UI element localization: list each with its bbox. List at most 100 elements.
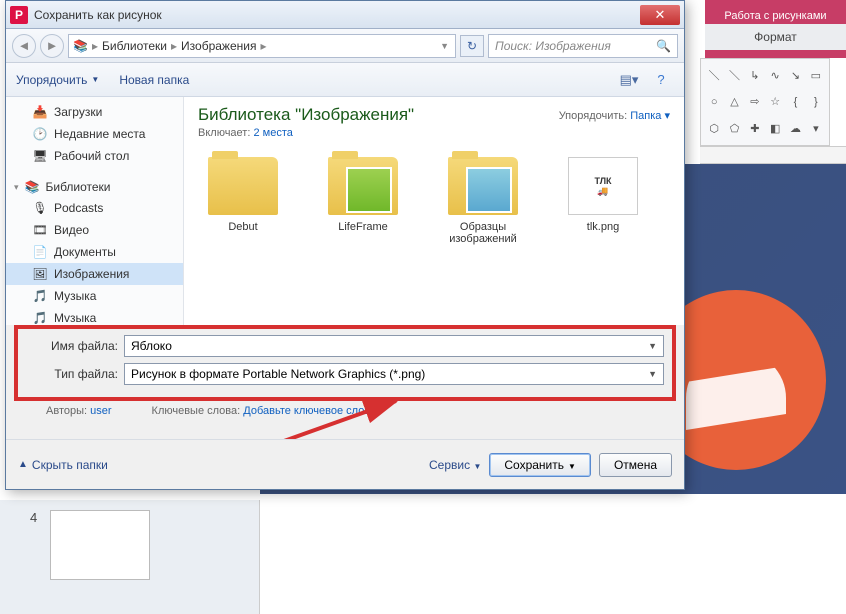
sidebar-label: Podcasts xyxy=(54,201,103,215)
folder-debut[interactable]: Debut xyxy=(198,157,288,245)
sidebar-label: Изображения xyxy=(54,267,129,281)
sidebar-item-images[interactable]: 🖼 Изображения xyxy=(6,263,183,285)
slide-thumbnail-4[interactable] xyxy=(50,510,150,580)
keywords-label: Ключевые слова: xyxy=(152,405,241,417)
filename-input[interactable]: Яблоко ▼ xyxy=(124,335,664,357)
sidebar-item-desktop[interactable]: 🖥 Рабочий стол xyxy=(6,145,183,167)
dialog-title: Сохранить как рисунок xyxy=(34,8,640,22)
shape-hex-icon[interactable]: ⬡ xyxy=(707,122,721,136)
sidebar-item-music[interactable]: 🎵 Музыка xyxy=(6,285,183,307)
close-button[interactable]: ✕ xyxy=(640,5,680,25)
music-icon: 🎵 xyxy=(32,310,48,325)
breadcrumb-path[interactable]: 📚 ▸ Библиотеки ▸ Изображения ▸ ▼ xyxy=(68,34,456,58)
thumb-label: Образцы изображений xyxy=(438,221,528,245)
refresh-button[interactable]: ↻ xyxy=(460,35,484,57)
authors-value[interactable]: user xyxy=(90,405,111,417)
shape-connector-icon[interactable]: ↳ xyxy=(748,68,762,82)
new-folder-button[interactable]: Новая папка xyxy=(119,73,189,87)
sort-by-control[interactable]: Упорядочить: Папка ▾ xyxy=(559,109,670,122)
breadcrumb-images[interactable]: Изображения xyxy=(181,39,256,53)
ribbon-tab-format[interactable]: Формат xyxy=(705,24,846,50)
shape-line-icon[interactable]: ＼ xyxy=(707,68,721,82)
shapes-gallery[interactable]: ＼ ＼ ↳ ∿ ↘ ▭ ○ △ ⇨ ☆ { } ⬡ ⬠ ✚ ◧ ☁ ▾ xyxy=(700,58,830,146)
video-icon: 🎞 xyxy=(32,222,48,238)
breadcrumb-dropdown-icon[interactable]: ▼ xyxy=(440,41,449,51)
shape-plus-icon[interactable]: ✚ xyxy=(748,122,762,136)
highlighted-form-area: Имя файла: Яблоко ▼ Тип файла: Рисунок в… xyxy=(14,325,676,401)
view-mode-button[interactable]: ▤▾ xyxy=(616,69,642,91)
search-input[interactable]: Поиск: Изображения 🔍 xyxy=(488,34,678,58)
sidebar-label: Недавние места xyxy=(54,127,145,141)
folder-content-area[interactable]: Библиотека "Изображения" Включает: 2 мес… xyxy=(184,97,684,325)
hide-folders-button[interactable]: ▲ Скрыть папки xyxy=(18,458,108,472)
add-keyword-link[interactable]: Добавьте ключевое слово xyxy=(243,405,376,417)
search-icon: 🔍 xyxy=(656,39,671,53)
file-tlk-png[interactable]: ТЛК🚚tlk.png xyxy=(558,157,648,245)
horizontal-ruler xyxy=(700,146,846,164)
powerpoint-icon: P xyxy=(10,6,28,24)
shape-callout-icon[interactable]: ◧ xyxy=(768,122,782,136)
folder-samples[interactable]: Образцы изображений xyxy=(438,157,528,245)
breadcrumb-sep-icon: ▸ xyxy=(92,39,98,53)
dialog-titlebar[interactable]: P Сохранить как рисунок ✕ xyxy=(6,1,684,29)
shape-tri-icon[interactable]: △ xyxy=(727,95,741,109)
sortby-label: Упорядочить: xyxy=(559,110,628,122)
shape-star-icon[interactable]: ☆ xyxy=(768,95,782,109)
shape-curve-icon[interactable]: ∿ xyxy=(768,68,782,82)
sidebar-label: Рабочий стол xyxy=(54,149,129,163)
shape-cloud-icon[interactable]: ☁ xyxy=(788,122,802,136)
png-file-icon: ТЛК🚚 xyxy=(568,157,638,215)
folder-lifeframe[interactable]: LifeFrame xyxy=(318,157,408,245)
shape-brace-icon[interactable]: { xyxy=(788,95,802,109)
sortby-value-link[interactable]: Папка ▾ xyxy=(630,110,670,122)
podcast-icon: 🎙 xyxy=(32,200,48,216)
desktop-icon: 🖥 xyxy=(32,148,48,164)
sidebar-group-libraries[interactable]: ▾📚Библиотеки xyxy=(6,177,183,197)
shape-pent-icon[interactable]: ⬠ xyxy=(727,122,741,136)
chevron-down-icon[interactable]: ▼ xyxy=(648,341,657,351)
save-as-picture-dialog: P Сохранить как рисунок ✕ ◄ ► 📚 ▸ Библио… xyxy=(5,0,685,490)
sidebar-item-podcasts[interactable]: 🎙 Podcasts xyxy=(6,197,183,219)
library-subtitle: Включает: 2 места xyxy=(198,127,670,139)
library-locations-link[interactable]: 2 места xyxy=(253,127,292,139)
sidebar-item-video[interactable]: 🎞Видео xyxy=(6,219,183,241)
sidebar-label: Музыка xyxy=(54,289,96,303)
cancel-button[interactable]: Отмена xyxy=(599,453,672,477)
chevron-down-icon[interactable]: ▼ xyxy=(648,369,657,379)
thumb-label: LifeFrame xyxy=(338,221,388,233)
folder-icon xyxy=(448,157,518,215)
shape-arrowr-icon[interactable]: ⇨ xyxy=(748,95,762,109)
sidebar-item-documents[interactable]: 📄Документы xyxy=(6,241,183,263)
authors-label: Авторы: xyxy=(46,405,87,417)
nav-forward-button[interactable]: ► xyxy=(40,34,64,58)
breadcrumb-sep-icon: ▸ xyxy=(171,39,177,53)
collapse-icon: ▲ xyxy=(18,459,28,470)
slide-number-4: 4 xyxy=(30,510,37,525)
shape-more-icon[interactable]: ▾ xyxy=(809,122,823,136)
organize-label: Упорядочить xyxy=(16,73,87,87)
shape-oval-icon[interactable]: ○ xyxy=(707,95,721,109)
image-icon: 🖼 xyxy=(32,266,48,282)
ribbon-tab-picture-tools[interactable]: Работа с рисунками Формат xyxy=(705,0,846,58)
filetype-select[interactable]: Рисунок в формате Portable Network Graph… xyxy=(124,363,664,385)
breadcrumb-libraries[interactable]: Библиотеки xyxy=(102,39,167,53)
sidebar-item-music2[interactable]: 🎵 Мvзыка xyxy=(6,307,183,325)
sidebar-item-downloads[interactable]: 📥Загрузки xyxy=(6,101,183,123)
dialog-footer: ▲ Скрыть папки Сервис ▼ Сохранить▼ Отмен… xyxy=(6,439,684,489)
shape-rect-icon[interactable]: ▭ xyxy=(809,68,823,82)
sidebar-item-recent[interactable]: 🕑 Недавние места xyxy=(6,123,183,145)
save-button[interactable]: Сохранить▼ xyxy=(489,453,591,477)
shape-arrow-icon[interactable]: ↘ xyxy=(788,68,802,82)
tools-dropdown[interactable]: Сервис ▼ xyxy=(429,458,481,472)
nav-back-button[interactable]: ◄ xyxy=(12,34,36,58)
breadcrumb-sep-icon: ▸ xyxy=(260,39,266,53)
help-button[interactable]: ? xyxy=(648,69,674,91)
shape-brace2-icon[interactable]: } xyxy=(809,95,823,109)
filetype-value: Рисунок в формате Portable Network Graph… xyxy=(131,367,425,381)
breadcrumb-folder-icon: 📚 xyxy=(73,39,88,53)
sidebar-label: Мvзыка xyxy=(54,311,96,325)
music-icon: 🎵 xyxy=(32,288,48,304)
recent-icon: 🕑 xyxy=(32,126,48,142)
organize-button[interactable]: Упорядочить ▼ xyxy=(16,73,99,87)
shape-line2-icon[interactable]: ＼ xyxy=(727,68,741,82)
